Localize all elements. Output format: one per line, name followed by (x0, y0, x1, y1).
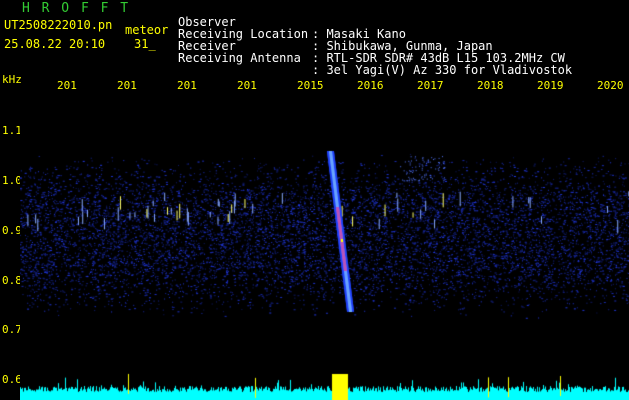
x-tick-label: 201 (237, 79, 257, 92)
y-tick-label: 0.8 (2, 274, 22, 287)
y-tick-label: 1.1 (2, 124, 22, 137)
x-tick-label: 201 (57, 79, 77, 92)
info-row-location: Receiving Location : Shibukawa, Gunma, J… (178, 16, 493, 52)
file-tag: meteor (125, 23, 169, 37)
x-tick-label: 201 (117, 79, 137, 92)
info-value: : 3el Yagi(V) Az 330 for Vladivostok (312, 63, 573, 77)
x-tick-label: 2019 (537, 79, 564, 92)
info-row-receiver: Receiver : RTL-SDR SDR# 43dB L15 103.2MH… (178, 28, 565, 64)
date-time: 25.08.22 20:10 31_ (4, 37, 156, 51)
x-tick-label: 2017 (417, 79, 444, 92)
x-tick-label: 2015 (297, 79, 324, 92)
info-row-antenna: Receiving Antenna : 3el Yagi(V) Az 330 f… (178, 40, 572, 76)
spectrogram (20, 95, 629, 367)
y-tick-label: 0.9 (2, 224, 22, 237)
x-tick-label: 2020 (597, 79, 624, 92)
info-row-observer: Observer : Masaki Kano (178, 4, 406, 40)
y-tick-label: 0.6 (2, 373, 22, 386)
x-tick-label: 2016 (357, 79, 384, 92)
info-label: Receiving Antenna (178, 51, 301, 65)
station-info: Observer : Masaki Kano Receiving Locatio… (178, 4, 572, 76)
x-tick-label: 2018 (477, 79, 504, 92)
file-name: UT2508222010.pn (4, 18, 113, 32)
y-axis-unit-label: kHz (2, 73, 22, 86)
y-tick-label: 0.7 (2, 323, 22, 336)
app-title: H R O F F T (22, 1, 131, 16)
y-tick-label: 1.0 (2, 174, 22, 187)
hrofft-window: H R O F F T UT2508222010.pn meteor 25.08… (0, 0, 629, 400)
signal-level-bar (20, 368, 629, 400)
x-tick-label: 201 (177, 79, 197, 92)
